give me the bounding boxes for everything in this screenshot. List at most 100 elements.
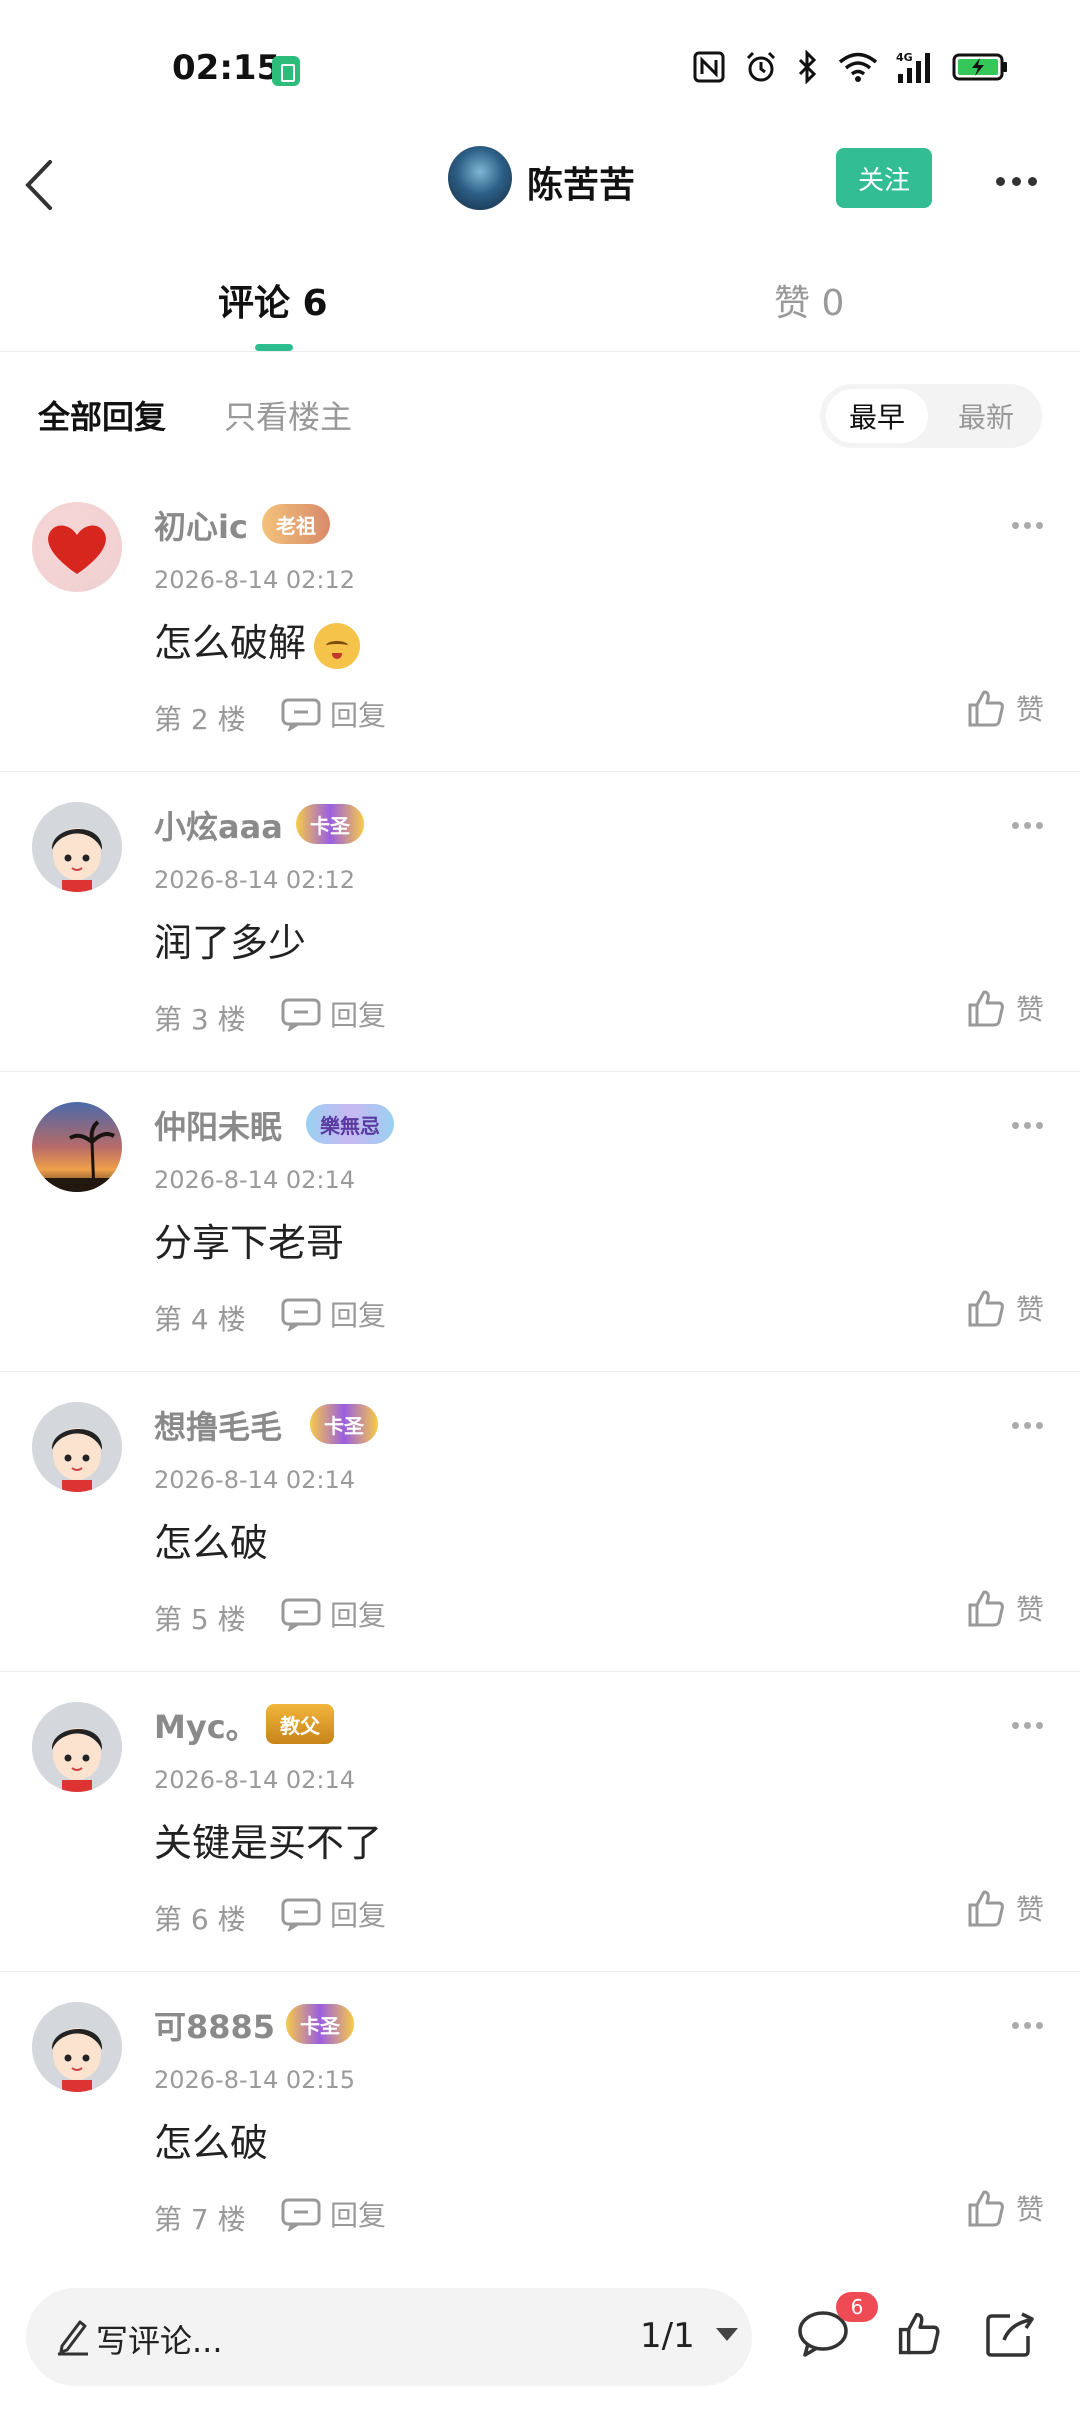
commenter-avatar[interactable] (32, 502, 122, 592)
thumbs-up-icon (968, 2190, 1004, 2227)
comment-item[interactable]: 想撸毛毛 卡圣 2026-8-14 02:14 怎么破 第 5 楼 回复 赞 (0, 1372, 1080, 1672)
dot-icon (1028, 176, 1037, 186)
follow-button[interactable]: 关注 (836, 148, 932, 208)
user-level-badge: 卡圣 (310, 1404, 378, 1444)
heart-icon (48, 525, 106, 574)
share-icon[interactable] (984, 2310, 1036, 2358)
reply-button[interactable]: 回复 (280, 1294, 386, 1334)
comment-time: 2026-8-14 02:12 (154, 866, 355, 894)
like-button[interactable]: 赞 (966, 1888, 1044, 1928)
reply-button[interactable]: 回复 (280, 2194, 386, 2234)
comment-count-badge: 6 (836, 2292, 878, 2322)
comment-text: 怎么破 (154, 1521, 269, 1565)
reply-button[interactable]: 回复 (280, 1894, 386, 1934)
palm-tree-icon (32, 1120, 122, 1192)
more-options-button[interactable] (996, 166, 1046, 196)
thumbs-up-icon (968, 990, 1004, 1027)
svg-text:4G: 4G (896, 51, 913, 64)
like-button[interactable]: 赞 (966, 1588, 1044, 1628)
chevron-left-icon (25, 160, 52, 210)
default-avatar-icon (32, 1402, 122, 1492)
comment-more-button[interactable] (1012, 1722, 1044, 1732)
comment-more-button[interactable] (1012, 1422, 1044, 1432)
comment-more-button[interactable] (1012, 522, 1044, 532)
comment-item[interactable]: 仲阳未眠 樂無忌 2026-8-14 02:14 分享下老哥 第 4 楼 回复 … (0, 1072, 1080, 1372)
commenter-avatar[interactable] (32, 1102, 122, 1192)
sort-earliest-option[interactable]: 最早 (826, 389, 928, 443)
like-label: 赞 (1016, 993, 1045, 1026)
comment-more-button[interactable] (1012, 2022, 1044, 2032)
sort-latest-option[interactable]: 最新 (938, 389, 1034, 443)
reply-label: 回复 (330, 699, 387, 732)
floor-number: 第 6 楼 (154, 1903, 246, 1936)
comment-list: 初心ic 老祖 2026-8-14 02:12 怎么破解 第 2 楼 回复 赞 … (0, 472, 1080, 2272)
author-name[interactable]: 陈苦苦 (527, 156, 635, 208)
filter-all-replies[interactable]: 全部回复 (38, 392, 166, 438)
nfc-icon (693, 51, 725, 83)
like-label: 赞 (1016, 1293, 1045, 1326)
commenter-name[interactable]: 小炫aaa (154, 802, 283, 848)
filter-op-only[interactable]: 只看楼主 (224, 392, 352, 438)
reply-label: 回复 (330, 1599, 387, 1632)
comment-item[interactable]: 可8885 卡圣 2026-8-14 02:15 怎么破 第 7 楼 回复 赞 (0, 1972, 1080, 2272)
bluetooth-icon (798, 50, 817, 84)
status-time: 02:15 (172, 48, 281, 88)
comment-more-button[interactable] (1012, 1122, 1044, 1132)
pleading-face-emoji-icon (314, 622, 361, 669)
caret-down-icon[interactable] (716, 2328, 738, 2341)
floor-number: 第 4 楼 (154, 1303, 246, 1336)
commenter-avatar[interactable] (32, 2002, 122, 2092)
sim-card-icon (272, 56, 300, 86)
comment-item[interactable]: 小炫aaa 卡圣 2026-8-14 02:12 润了多少 第 3 楼 回复 赞 (0, 772, 1080, 1072)
commenter-avatar[interactable] (32, 1402, 122, 1492)
like-button[interactable]: 赞 (966, 688, 1044, 728)
post-header: 陈苦苦 关注 (0, 140, 1080, 260)
floor-number: 第 3 楼 (154, 1003, 246, 1036)
thumbs-up-icon (968, 1590, 1004, 1627)
reply-button[interactable]: 回复 (280, 994, 386, 1034)
comment-more-button[interactable] (1012, 822, 1044, 832)
comment-text: 怎么破 (154, 2121, 269, 2165)
commenter-avatar[interactable] (32, 1702, 122, 1792)
thumbs-up-icon[interactable] (896, 2310, 942, 2356)
reply-label: 回复 (330, 1299, 387, 1332)
reply-icon (281, 1598, 321, 1631)
like-button[interactable]: 赞 (966, 2188, 1044, 2228)
commenter-name[interactable]: 想撸毛毛 (154, 1402, 282, 1448)
commenter-avatar[interactable] (32, 802, 122, 892)
commenter-name[interactable]: Myc。 (154, 1702, 258, 1748)
status-icons: 4G (692, 50, 1010, 84)
sort-toggle: 最早 最新 (820, 384, 1042, 448)
like-label: 赞 (1016, 693, 1045, 726)
like-button[interactable]: 赞 (966, 1288, 1044, 1328)
reply-button[interactable]: 回复 (280, 1594, 386, 1634)
default-avatar-icon (32, 802, 122, 892)
like-button[interactable]: 赞 (966, 988, 1044, 1028)
author-avatar[interactable] (448, 146, 512, 210)
tab-likes[interactable]: 赞 0 (774, 274, 844, 326)
comment-time: 2026-8-14 02:14 (154, 1166, 355, 1194)
comment-time: 2026-8-14 02:15 (154, 2066, 355, 2094)
commenter-name[interactable]: 可8885 (154, 2002, 275, 2048)
comment-item[interactable]: Myc。 教父 2026-8-14 02:14 关键是买不了 第 6 楼 回复 … (0, 1672, 1080, 1972)
comment-item[interactable]: 初心ic 老祖 2026-8-14 02:12 怎么破解 第 2 楼 回复 赞 (0, 472, 1080, 772)
commenter-name[interactable]: 初心ic (154, 502, 248, 548)
bottom-bar: 写评论... 1/1 6 (0, 2258, 1080, 2412)
reply-button[interactable]: 回复 (280, 694, 386, 734)
comment-text-body: 怎么破解 (154, 621, 307, 665)
reply-icon (281, 1898, 321, 1931)
page-indicator[interactable]: 1/1 (640, 2316, 695, 2356)
reply-label: 回复 (330, 1899, 387, 1932)
comment-time: 2026-8-14 02:14 (154, 1466, 355, 1494)
like-label: 赞 (1016, 1593, 1045, 1626)
comment-input[interactable]: 写评论... 1/1 (26, 2288, 752, 2386)
thumbs-up-icon (968, 690, 1004, 727)
tab-comments[interactable]: 评论 6 (218, 274, 328, 326)
back-button[interactable] (20, 150, 90, 230)
default-avatar-icon (32, 1702, 122, 1792)
comment-time: 2026-8-14 02:14 (154, 1766, 355, 1794)
battery-charging-icon (952, 53, 1007, 81)
commenter-name[interactable]: 仲阳未眠 (154, 1102, 282, 1148)
floor-number: 第 5 楼 (154, 1603, 246, 1636)
like-label: 赞 (1016, 1893, 1045, 1926)
